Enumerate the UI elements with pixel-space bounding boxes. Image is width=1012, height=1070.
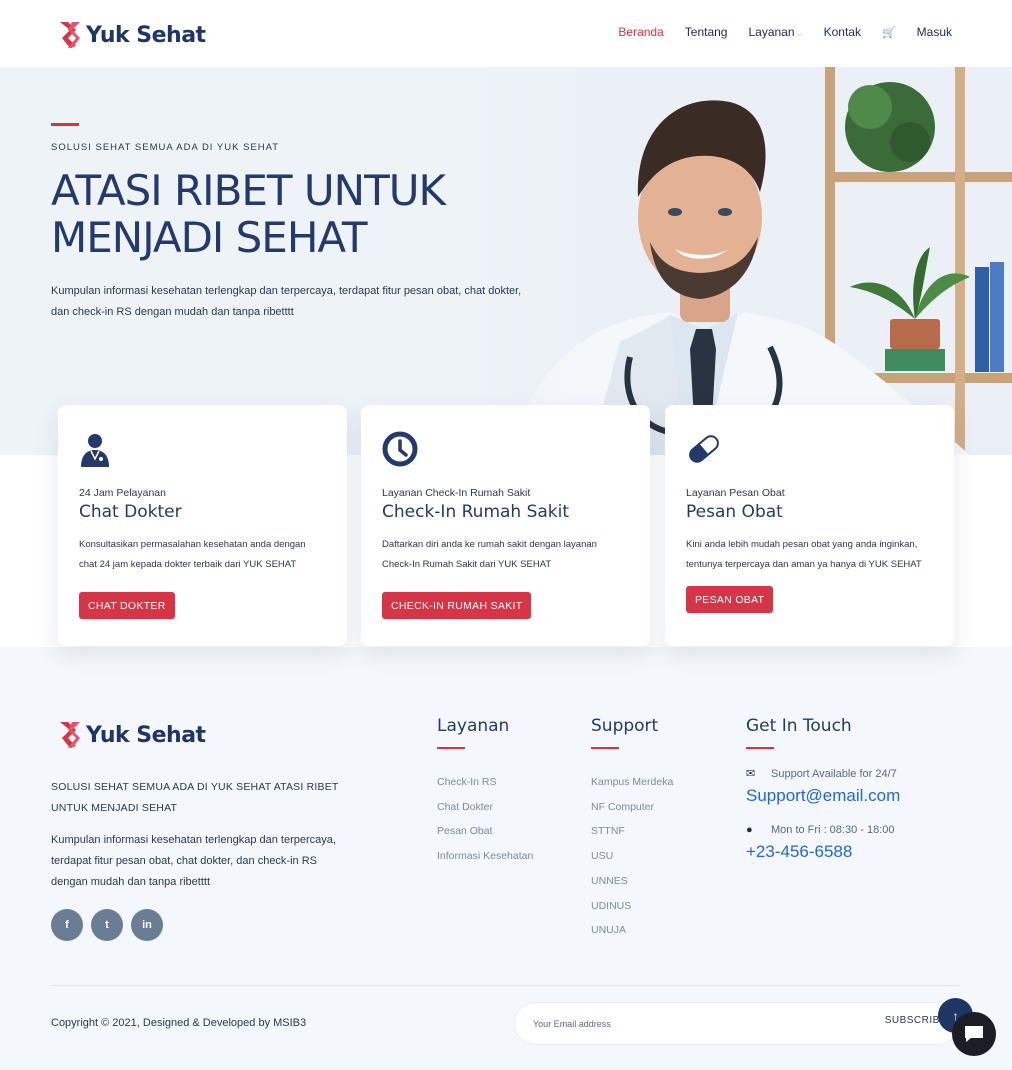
footer-link[interactable]: UDINUS — [591, 894, 673, 919]
check-in-rumah-sakit-button[interactable]: CHECK-IN RUMAH SAKIT — [382, 592, 532, 619]
hero-title-line1: ATASI RIBET UNTUK — [51, 166, 446, 215]
card-description: Daftarkan diri anda ke rumah sakit denga… — [382, 535, 637, 575]
card-desc-line1: Kini anda lebih mudah pesan obat yang an… — [686, 539, 918, 550]
hero-title-line2: MENJADI SEHAT — [51, 213, 368, 262]
doctor-hero-image — [470, 67, 1012, 455]
footer-tagline-line1: SOLUSI SEHAT SEMUA ADA DI YUK SEHAT ATAS… — [51, 781, 339, 793]
heading-accent-line — [591, 747, 619, 749]
cart-icon[interactable]: 🛒 — [882, 26, 896, 39]
card-desc-line1: Konsultasikan permasalahan kesehatan and… — [79, 539, 306, 550]
copyright-text: Copyright © 2021, Designed & Developed b… — [51, 1017, 307, 1029]
heading-accent-line — [746, 747, 774, 749]
brand-name: Yuk Sehat — [86, 22, 206, 48]
card-desc-line2: Check-In Rumah Sakit dari YUK SEHAT — [382, 559, 552, 570]
footer-link[interactable]: UNNES — [591, 869, 673, 894]
mail-icon: ✉ — [746, 768, 756, 780]
card-title: Check-In Rumah Sakit — [382, 502, 570, 522]
email-note-row: ✉ Support Available for 24/7 — [746, 767, 897, 781]
footer-link[interactable]: Pesan Obat — [437, 819, 533, 844]
nav-item-kontak[interactable]: Kontak — [824, 25, 861, 39]
hero-desc-line1: Kumpulan informasi kesehatan terlengkap … — [51, 285, 522, 297]
main-nav: Beranda Tentang Layanan ⌵ Kontak 🛒 Masuk — [618, 25, 952, 39]
hero-kicker: SOLUSI SEHAT SEMUA ADA DI YUK SEHAT — [51, 142, 280, 153]
clock-icon — [382, 431, 418, 467]
service-card-check-in: Layanan Check-In Rumah Sakit Check-In Ru… — [361, 405, 650, 646]
hero-title: ATASI RIBET UNTUK MENJADI SEHAT — [51, 167, 471, 261]
twitter-icon[interactable]: t — [91, 909, 123, 941]
footer-tagline: SOLUSI SEHAT SEMUA ADA DI YUK SEHAT ATAS… — [51, 777, 351, 819]
nav-item-layanan-label: Layanan — [748, 25, 795, 39]
doctor-icon — [81, 434, 109, 467]
footer-link[interactable]: USU — [591, 844, 673, 869]
card-subtitle: Layanan Pesan Obat — [686, 487, 785, 499]
service-card-chat-dokter: 24 Jam Pelayanan Chat Dokter Konsultasik… — [58, 405, 347, 646]
card-title: Pesan Obat — [686, 502, 783, 522]
nav-item-beranda[interactable]: Beranda — [618, 25, 663, 39]
nav-item-tentang[interactable]: Tentang — [685, 25, 728, 39]
footer-support-heading: Support — [591, 716, 659, 736]
card-desc-line2: chat 24 jam kepada dokter terbaik dari Y… — [79, 559, 297, 570]
footer-link[interactable]: Chat Dokter — [437, 795, 533, 820]
heading-accent-line — [437, 747, 465, 749]
pill-icon — [689, 435, 719, 463]
nav-item-masuk[interactable]: Masuk — [917, 25, 952, 39]
linkedin-icon[interactable]: in — [131, 909, 163, 941]
chat-dokter-button[interactable]: CHAT DOKTER — [79, 592, 175, 619]
facebook-icon[interactable]: f — [51, 909, 83, 941]
subscribe-form: SUBSCRIBE — [514, 1002, 960, 1045]
card-description: Kini anda lebih mudah pesan obat yang an… — [686, 535, 941, 575]
card-title: Chat Dokter — [79, 502, 182, 522]
footer-tagline-line2: UNTUK MENJADI SEHAT — [51, 802, 178, 814]
card-desc-line1: Daftarkan diri anda ke rumah sakit denga… — [382, 539, 597, 550]
footer-link[interactable]: STTNF — [591, 819, 673, 844]
brand-logo[interactable]: Yuk Sehat — [58, 20, 206, 50]
footer-description: Kumpulan informasi kesehatan terlengkap … — [51, 830, 351, 893]
card-description: Konsultasikan permasalahan kesehatan and… — [79, 535, 334, 575]
support-email-link[interactable]: Support@email.com — [746, 786, 900, 806]
card-desc-line2: tentunya terpercaya dan aman ya hanya di… — [686, 559, 922, 570]
footer-desc-line2: terdapat fitur pesan obat, chat dokter, … — [51, 855, 317, 867]
chat-icon — [965, 1026, 983, 1042]
hero-section: SOLUSI SEHAT SEMUA ADA DI YUK SEHAT ATAS… — [0, 67, 1012, 455]
footer-logo[interactable]: Yuk Sehat — [58, 720, 206, 750]
hero-desc-line2: dan check-in RS dengan mudah dan tanpa r… — [51, 306, 294, 318]
logo-mark-icon — [60, 722, 80, 748]
footer-support-links: Kampus Merdeka NF Computer STTNF USU UNN… — [591, 770, 673, 943]
footer-link[interactable]: Kampus Merdeka — [591, 770, 673, 795]
logo-mark-icon — [60, 22, 80, 48]
email-note: Support Available for 24/7 — [771, 767, 897, 780]
office-hours: Mon to Fri : 08:30 - 18:00 — [771, 824, 895, 836]
footer-layanan-links: Check-In RS Chat Dokter Pesan Obat Infor… — [437, 770, 533, 869]
footer-link[interactable]: Check-In RS — [437, 770, 533, 795]
footer-divider — [51, 985, 960, 986]
pesan-obat-button[interactable]: PESAN OBAT — [686, 586, 774, 613]
support-agent-icon: ● — [746, 824, 753, 836]
footer-desc-line1: Kumpulan informasi kesehatan terlengkap … — [51, 834, 336, 846]
chevron-down-icon: ⌵ — [796, 29, 803, 38]
card-subtitle: 24 Jam Pelayanan — [79, 487, 166, 499]
email-subscribe-input[interactable] — [533, 1015, 833, 1033]
footer-layanan-heading: Layanan — [437, 716, 510, 736]
nav-item-layanan[interactable]: Layanan ⌵ — [748, 25, 802, 39]
site-header: Yuk Sehat Beranda Tentang Layanan ⌵ Konta… — [0, 0, 1012, 67]
brand-name: Yuk Sehat — [86, 722, 206, 748]
hero-description: Kumpulan informasi kesehatan terlengkap … — [51, 281, 551, 323]
hours-row: ● Mon to Fri : 08:30 - 18:00 — [746, 824, 895, 836]
footer-contact-heading: Get In Touch — [746, 716, 852, 736]
footer-link[interactable]: NF Computer — [591, 795, 673, 820]
service-card-pesan-obat: Layanan Pesan Obat Pesan Obat Kini anda … — [665, 405, 954, 646]
phone-link[interactable]: +23-456-6588 — [746, 842, 852, 862]
chat-bubble-icon[interactable] — [952, 1012, 996, 1056]
social-links: f t in — [51, 909, 163, 941]
card-subtitle: Layanan Check-In Rumah Sakit — [382, 487, 531, 499]
footer-link[interactable]: UNUJA — [591, 918, 673, 943]
footer-desc-line3: dengan mudah dan tanpa ribetttt — [51, 876, 211, 888]
footer-link[interactable]: Informasi Kesehatan — [437, 844, 533, 869]
hero-accent-line — [51, 123, 79, 126]
